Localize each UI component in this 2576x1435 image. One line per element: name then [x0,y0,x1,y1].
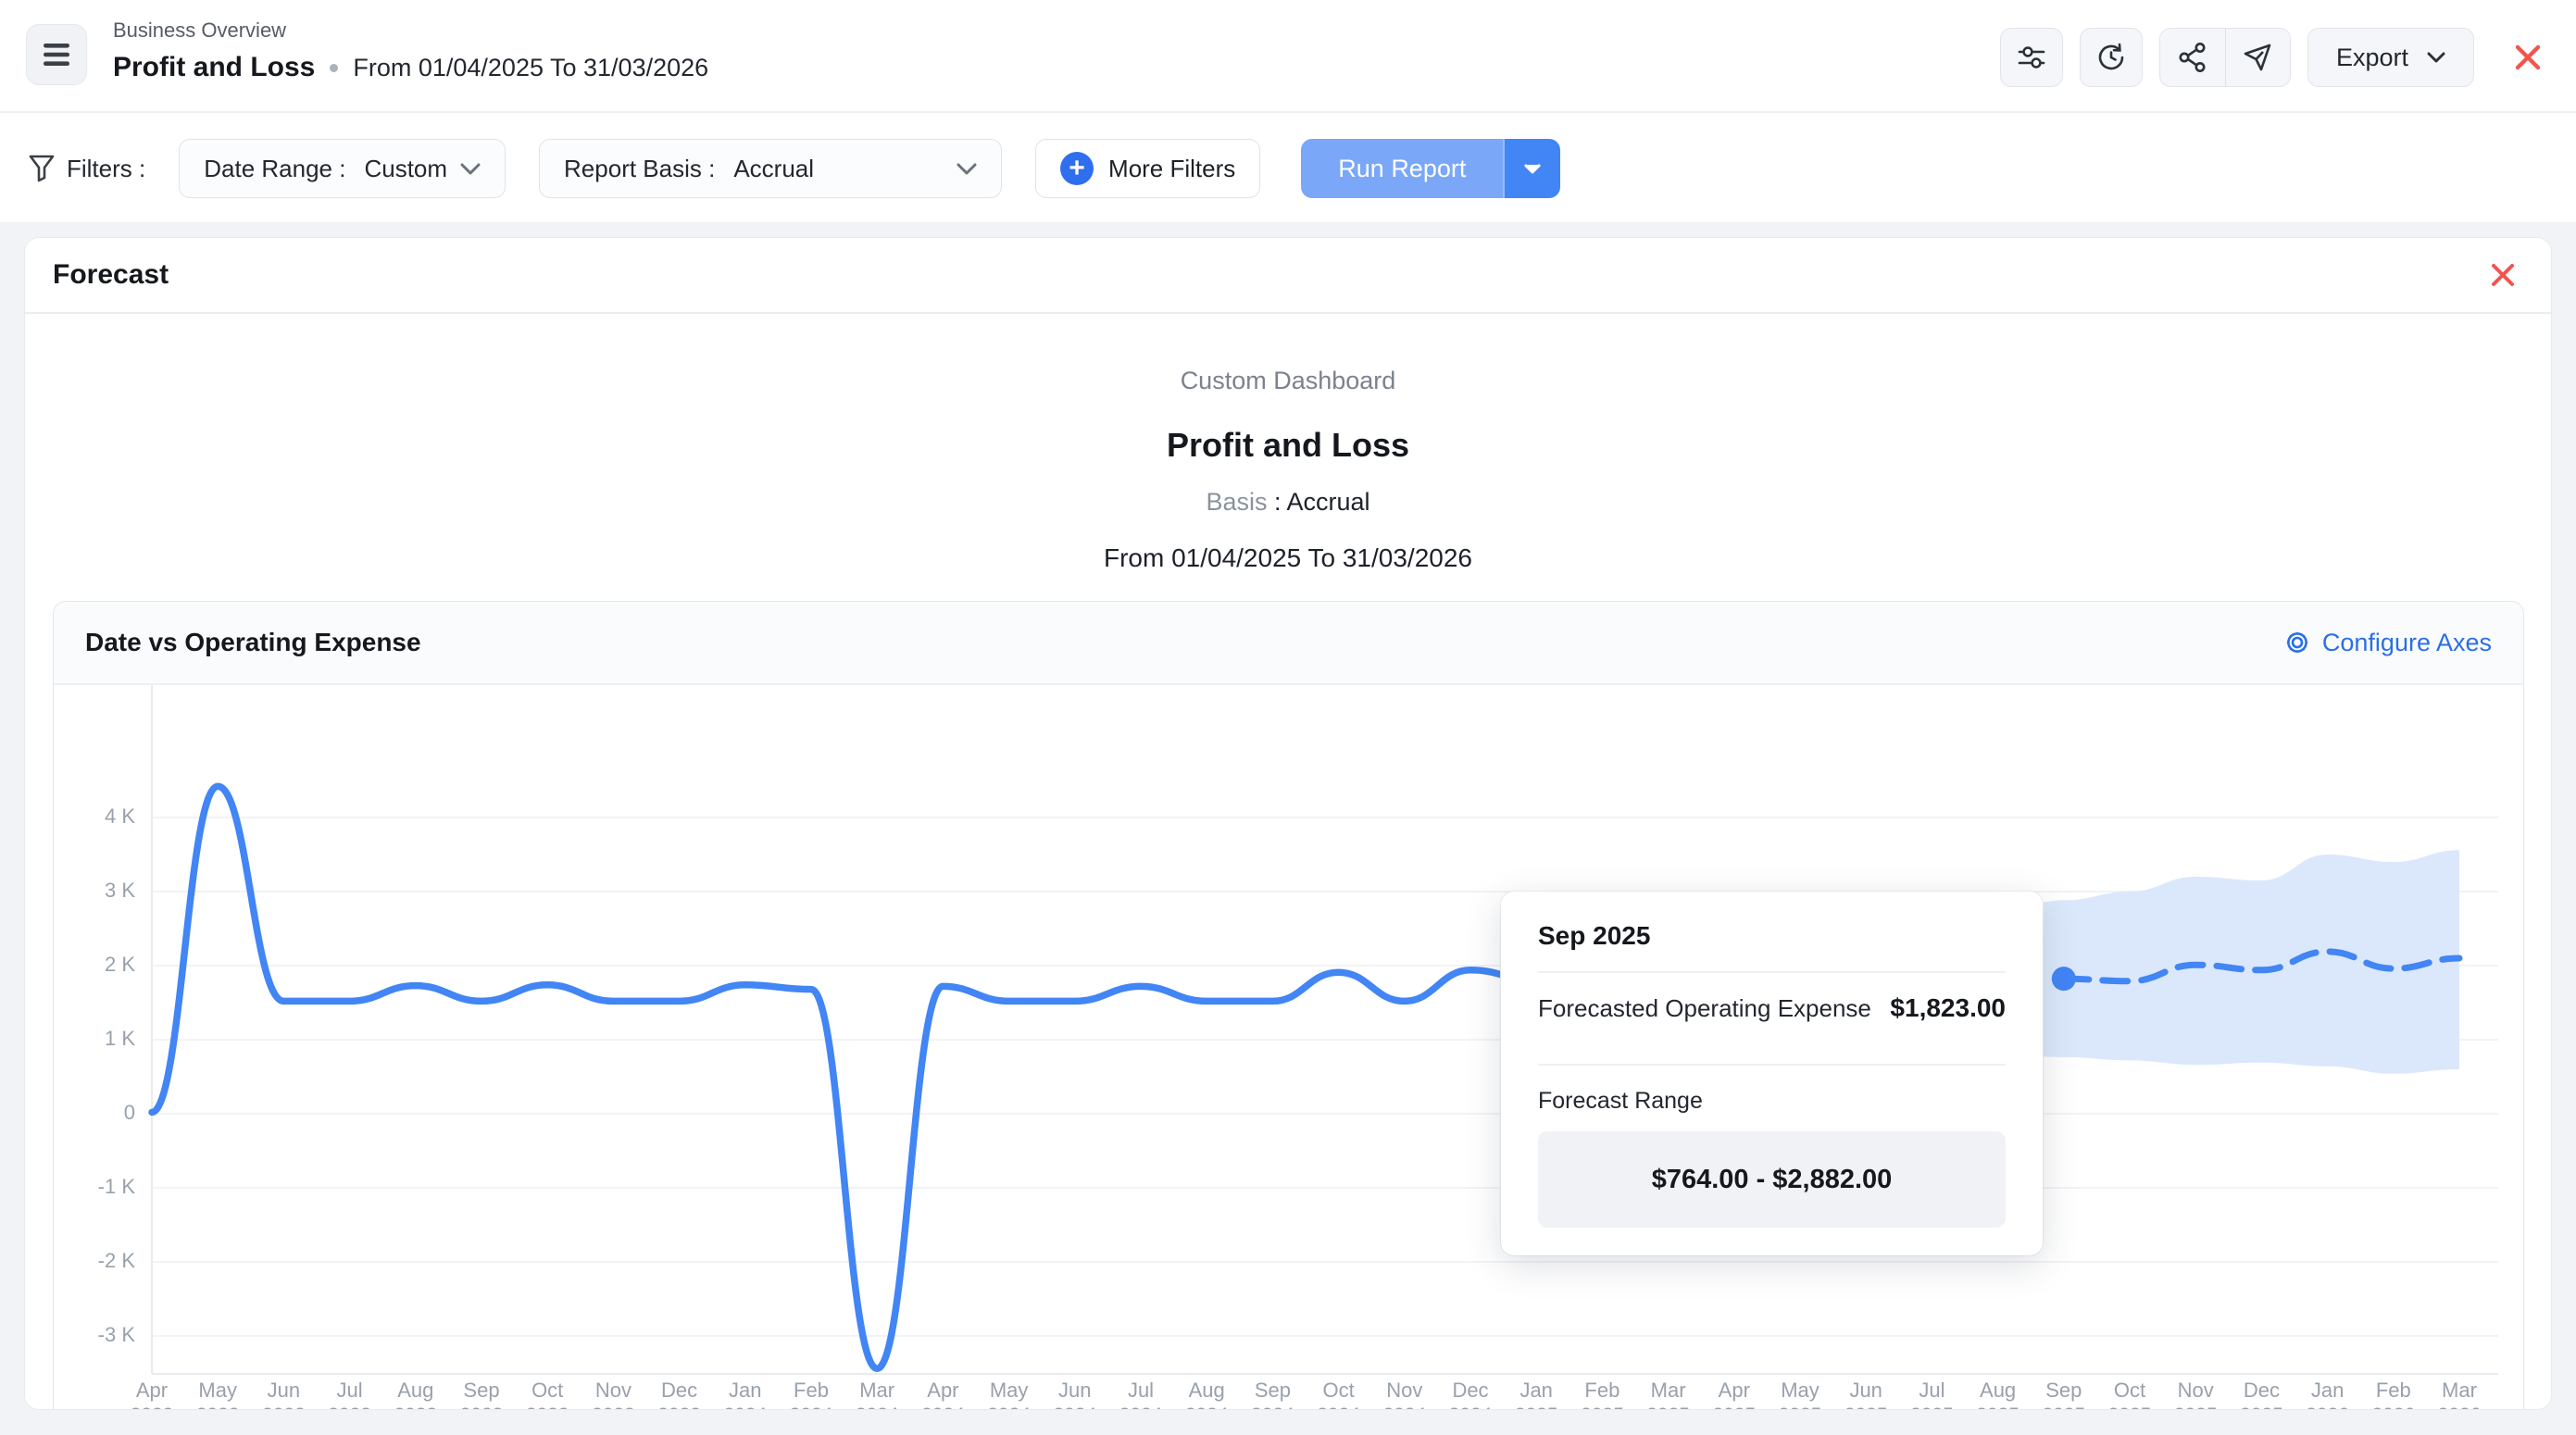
title-row: Profit and Loss From 01/04/2025 To 31/03… [113,52,708,83]
y-axis-label: 2 K [54,953,135,977]
run-report-split-button: Run Report [1301,139,1560,198]
refresh-history-icon [2095,41,2128,74]
forecast-panel: Forecast Custom Dashboard Profit and Los… [24,237,2552,1410]
tooltip-value-row: Forecasted Operating Expense $1,823.00 [1538,973,2006,1043]
report-title: Profit and Loss [25,425,2551,466]
forecast-point[interactable] [2052,967,2076,991]
y-axis-label: 0 [54,1101,135,1125]
tooltip-series-value: $1,823.00 [1890,993,2006,1023]
tooltip-series-label: Forecasted Operating Expense [1538,994,1871,1023]
tooltip-range-value: $764.00 - $2,882.00 [1538,1131,2006,1228]
report-basis-value: Accrual [733,155,814,183]
close-icon [2512,42,2544,73]
close-report-button[interactable] [2504,33,2552,81]
filters-label-group: Filters : [28,154,145,183]
chevron-down-icon [957,163,977,175]
basis-separator: : [1267,488,1286,516]
run-report-label: Run Report [1338,155,1466,183]
basis-label: Basis [1206,488,1267,516]
page-background: Forecast Custom Dashboard Profit and Los… [0,222,2576,1435]
send-button[interactable] [2225,29,2290,86]
close-icon [2489,261,2517,289]
run-report-button[interactable]: Run Report [1301,139,1503,198]
report-basis-label: Report Basis : [564,155,715,183]
date-range-select[interactable]: Date Range : Custom [179,139,506,198]
share-send-group [2159,28,2291,87]
chart-svg [54,685,2523,1410]
menu-button[interactable] [26,24,87,85]
configure-axes-link[interactable]: Configure Axes [2283,629,2492,657]
caret-down-icon [2427,52,2445,63]
dashboard-subtitle: Custom Dashboard [25,364,2551,397]
tooltip-title: Sep 2025 [1538,921,2006,951]
y-axis-label: -2 K [54,1249,135,1273]
chart-card-header: Date vs Operating Expense Configure Axes [54,602,2523,685]
sliders-icon [2016,42,2047,73]
funnel-icon [28,154,56,183]
report-basis-select[interactable]: Report Basis : Accrual [539,139,1002,198]
forecast-panel-header: Forecast [25,238,2551,314]
x-axis-label: Mar2026 [2415,1378,2504,1410]
y-axis-label: 4 K [54,805,135,829]
export-label: Export [2336,44,2408,72]
y-axis-label: -1 K [54,1175,135,1199]
forecast-band [2036,850,2459,1074]
configure-axes-label: Configure Axes [2322,629,2492,657]
share-icon [2178,42,2207,73]
plus-circle-icon: + [1060,152,1094,185]
date-range-label: Date Range : [204,155,345,183]
basis-value: Accrual [1287,488,1370,516]
report-date-range: From 01/04/2025 To 31/03/2026 [353,54,708,82]
filter-bar: Filters : Date Range : Custom Report Bas… [0,115,2576,222]
more-filters-button[interactable]: + More Filters [1035,139,1260,198]
report-basis-line: Basis : Accrual [25,486,2551,518]
caret-down-icon [1522,162,1543,175]
breadcrumb[interactable]: Business Overview [113,19,286,43]
hamburger-icon [41,41,72,69]
y-axis-label: 1 K [54,1027,135,1051]
report-meta: Custom Dashboard Profit and Loss Basis :… [25,314,2551,575]
run-report-dropdown-button[interactable] [1503,139,1560,198]
refresh-button[interactable] [2080,28,2143,87]
expense-line [152,786,1536,1368]
top-bar: Business Overview Profit and Loss From 0… [0,0,2576,113]
share-button[interactable] [2160,29,2225,86]
tooltip-divider [1538,1064,2006,1066]
forecast-close-button[interactable] [2482,255,2523,295]
export-button[interactable]: Export [2307,28,2474,87]
topbar-actions: Export [2000,28,2552,87]
report-period: From 01/04/2025 To 31/03/2026 [25,542,2551,575]
chart-plot-area[interactable]: Sep 2025 Forecasted Operating Expense $1… [54,685,2523,1410]
chart-tooltip: Sep 2025 Forecasted Operating Expense $1… [1501,892,2043,1255]
date-range-value: Custom [364,155,447,183]
chevron-down-icon [460,163,481,175]
filters-label: Filters : [67,155,145,183]
customize-report-button[interactable] [2000,28,2063,87]
y-axis-label: 3 K [54,879,135,903]
title-separator-dot [330,64,338,72]
chart-title: Date vs Operating Expense [85,628,421,657]
gear-icon [2283,629,2311,656]
tooltip-range-label: Forecast Range [1538,1088,2006,1115]
y-axis-label: -3 K [54,1323,135,1347]
more-filters-label: More Filters [1108,155,1235,183]
forecast-panel-title: Forecast [53,259,169,291]
chart-card: Date vs Operating Expense Configure Axes… [53,601,2524,1410]
app-window: Business Overview Profit and Loss From 0… [0,0,2576,1435]
page-title: Profit and Loss [113,52,315,83]
send-icon [2242,42,2273,73]
